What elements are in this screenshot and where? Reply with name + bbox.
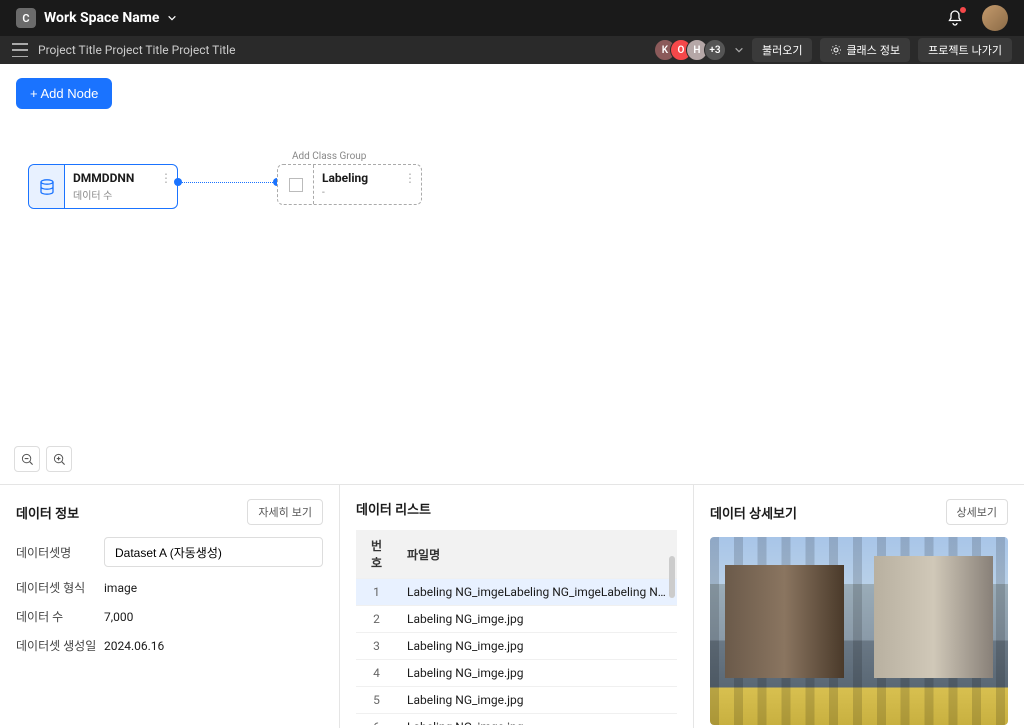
dataset-name-input[interactable] (104, 537, 323, 567)
leave-project-button[interactable]: 프로젝트 나가기 (918, 38, 1012, 62)
node-connector (178, 182, 277, 183)
node-subtitle: 데이터 수 (73, 187, 169, 202)
row-file: Labeling NG_imgeLabeling NG_imgeLabeling… (397, 579, 677, 606)
top-bar: C Work Space Name (0, 0, 1024, 36)
node-subtitle: - (322, 187, 413, 198)
detail-button[interactable]: 자세히 보기 (247, 499, 323, 525)
row-no: 1 (356, 579, 397, 606)
row-file: Labeling NG_imge.jpg (397, 687, 677, 714)
row-no: 6 (356, 714, 397, 726)
preview-image[interactable] (710, 537, 1008, 725)
chevron-down-icon (167, 13, 177, 23)
user-avatar[interactable] (982, 5, 1008, 31)
row-file: Labeling NG_imge.jpg (397, 606, 677, 633)
panel-title: 데이터 상세보기 (710, 503, 797, 522)
data-detail-panel: 데이터 상세보기 상세보기 (694, 485, 1024, 728)
gear-icon (830, 44, 842, 56)
collaborator-avatars[interactable]: K O H +3 (660, 39, 726, 61)
menu-icon[interactable] (12, 43, 28, 57)
created-date-value: 2024.06.16 (104, 639, 323, 653)
col-file: 파일명 (397, 530, 677, 579)
table-row[interactable]: 6Labeling NG_imge.jpg (356, 714, 677, 726)
data-list-table: 번호 파일명 1Labeling NG_imgeLabeling NG_imge… (356, 530, 677, 725)
workspace-badge: C (16, 8, 36, 28)
dataset-node[interactable]: DMMDDNN 데이터 수 ⋮ (28, 164, 178, 209)
canvas[interactable]: + Add Node DMMDDNN 데이터 수 ⋮ Add Class Gro… (0, 64, 1024, 484)
dataset-name-label: 데이터셋명 (16, 544, 104, 561)
workspace-name: Work Space Name (44, 10, 159, 26)
chevron-down-icon[interactable] (734, 45, 744, 55)
zoom-in-button[interactable] (46, 446, 72, 472)
row-file: Labeling NG_imge.jpg (397, 714, 677, 726)
table-row[interactable]: 2Labeling NG_imge.jpg (356, 606, 677, 633)
table-row[interactable]: 4Labeling NG_imge.jpg (356, 660, 677, 687)
class-info-label: 클래스 정보 (846, 42, 900, 58)
bounding-box-icon (289, 178, 303, 192)
group-label: Add Class Group (292, 151, 366, 162)
workspace-selector[interactable]: C Work Space Name (16, 8, 177, 28)
database-icon (38, 178, 56, 196)
dataset-type-value: image (104, 581, 323, 595)
node-title: Labeling (322, 171, 413, 185)
created-date-label: 데이터셋 생성일 (16, 637, 104, 654)
project-title: Project Title Project Title Project Titl… (38, 43, 235, 57)
project-bar: Project Title Project Title Project Titl… (0, 36, 1024, 64)
data-count-label: 데이터 수 (16, 608, 104, 625)
scrollbar[interactable] (669, 556, 675, 598)
data-list-panel: 데이터 리스트 번호 파일명 1Labeling NG_imgeLabeling… (340, 485, 694, 728)
table-row[interactable]: 5Labeling NG_imge.jpg (356, 687, 677, 714)
zoom-out-button[interactable] (14, 446, 40, 472)
row-no: 4 (356, 660, 397, 687)
add-node-button[interactable]: + Add Node (16, 78, 112, 109)
row-no: 5 (356, 687, 397, 714)
labeling-node[interactable]: Add Class Group Labeling - ⋮ (277, 164, 422, 205)
col-no: 번호 (356, 530, 397, 579)
detail-view-button[interactable]: 상세보기 (946, 499, 1008, 525)
data-info-panel: 데이터 정보 자세히 보기 데이터셋명 데이터셋 형식 image 데이터 수 … (0, 485, 340, 728)
avatar-more: +3 (704, 39, 726, 61)
panel-title: 데이터 리스트 (356, 499, 431, 518)
dataset-type-label: 데이터셋 형식 (16, 579, 104, 596)
row-no: 3 (356, 633, 397, 660)
row-no: 2 (356, 606, 397, 633)
more-icon[interactable]: ⋮ (160, 171, 171, 185)
notification-icon[interactable] (946, 9, 964, 27)
class-info-button[interactable]: 클래스 정보 (820, 38, 910, 62)
table-row[interactable]: 1Labeling NG_imgeLabeling NG_imgeLabelin… (356, 579, 677, 606)
row-file: Labeling NG_imge.jpg (397, 660, 677, 687)
import-button[interactable]: 불러오기 (752, 38, 812, 62)
data-count-value: 7,000 (104, 610, 323, 624)
row-file: Labeling NG_imge.jpg (397, 633, 677, 660)
table-row[interactable]: 3Labeling NG_imge.jpg (356, 633, 677, 660)
node-title: DMMDDNN (73, 171, 169, 185)
more-icon[interactable]: ⋮ (404, 171, 415, 185)
panel-title: 데이터 정보 (16, 503, 79, 522)
